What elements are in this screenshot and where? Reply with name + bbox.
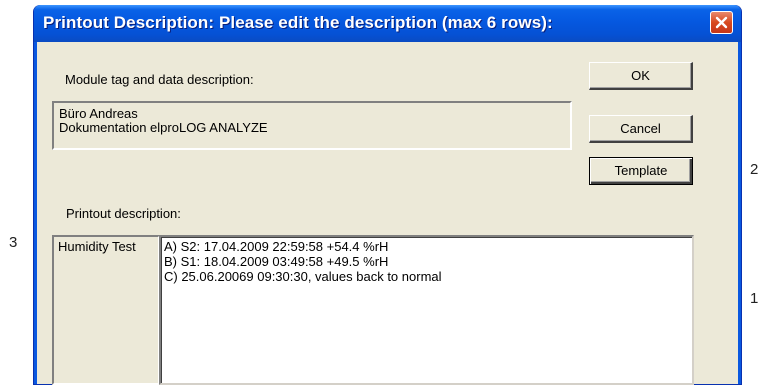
printout-description-textarea[interactable]: A) S2: 17.04.2009 22:59:58 +54.4 %rH B) … (159, 235, 694, 385)
close-button[interactable] (710, 11, 733, 34)
cancel-button[interactable]: Cancel (589, 115, 693, 143)
title-bar[interactable]: Printout Description: Please edit the de… (34, 5, 741, 42)
printout-description-dialog: Printout Description: Please edit the de… (33, 5, 742, 385)
template-button[interactable]: Template (589, 157, 693, 185)
close-icon (715, 16, 728, 29)
printout-side-label: Humidity Test (52, 235, 160, 385)
printout-description-line: A) S2: 17.04.2009 22:59:58 +54.4 %rH (164, 239, 389, 254)
side-label-text: Humidity Test (58, 239, 136, 254)
module-description-field: Büro Andreas Dokumentation elproLOG ANAL… (52, 101, 572, 150)
page: 2 3 1 Printout Description: Please edit … (0, 0, 763, 385)
module-description-line: Dokumentation elproLOG ANALYZE (59, 120, 268, 135)
callout-number-2: 2 (750, 161, 759, 178)
module-description-label: Module tag and data description: (65, 72, 254, 87)
dialog-title: Printout Description: Please edit the de… (43, 13, 553, 32)
ok-button[interactable]: OK (589, 62, 693, 90)
printout-description-label: Printout description: (66, 206, 181, 221)
callout-number-3: 3 (9, 234, 18, 251)
printout-description-line: B) S1: 18.04.2009 03:49:58 +49.5 %rH (164, 254, 389, 269)
module-description-line: Büro Andreas (59, 106, 138, 121)
printout-description-line: C) 25.06.20069 09:30:30, values back to … (164, 269, 442, 284)
callout-number-1: 1 (750, 290, 759, 307)
